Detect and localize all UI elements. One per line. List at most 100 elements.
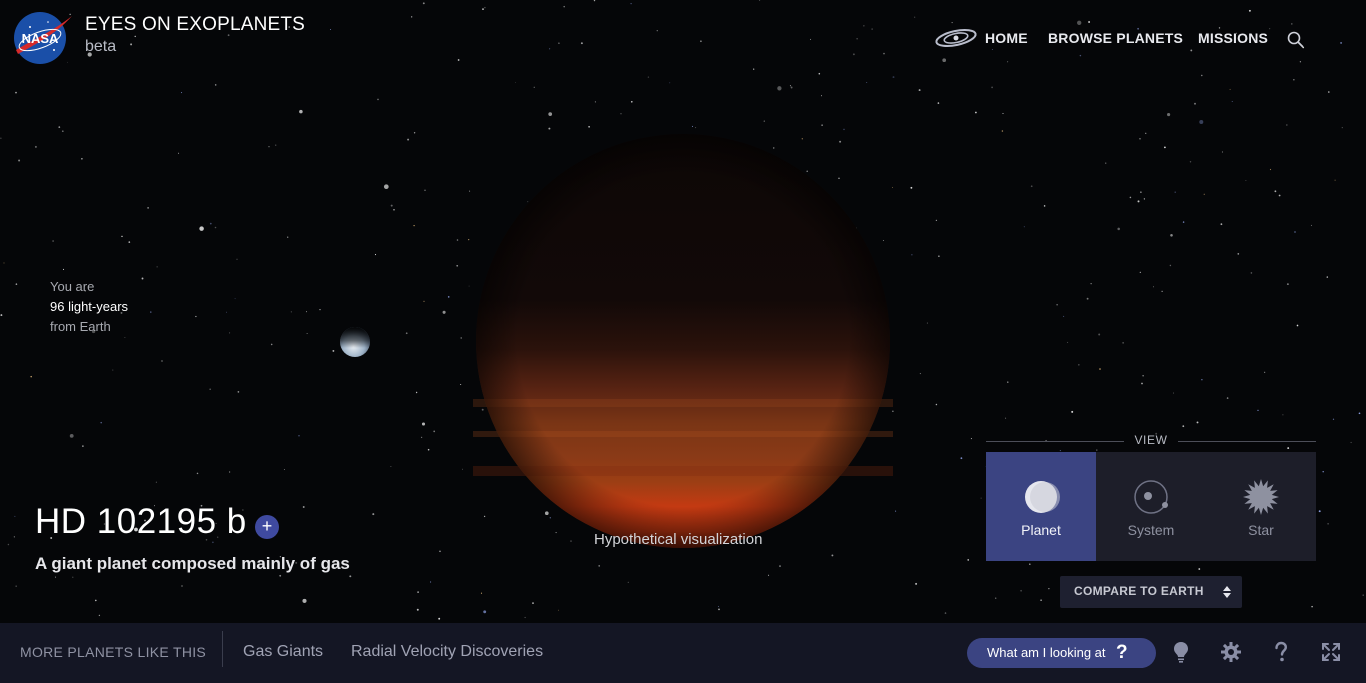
- star-dot: [967, 559, 970, 561]
- star-dot: [1199, 120, 1204, 124]
- star-dot: [480, 592, 483, 594]
- star-dot: [1152, 286, 1155, 288]
- star-dot: [790, 86, 793, 89]
- app-title[interactable]: EYES ON EXOPLANETS: [85, 14, 305, 36]
- planet-visualization[interactable]: [473, 131, 893, 551]
- view-system-button[interactable]: System: [1096, 452, 1206, 561]
- nav-missions[interactable]: MISSIONS: [1198, 30, 1268, 46]
- star-dot: [926, 322, 928, 324]
- star-dot: [460, 384, 462, 385]
- star-dot: [283, 469, 285, 470]
- star-dot: [1122, 342, 1124, 344]
- link-gas-giants[interactable]: Gas Giants: [243, 643, 323, 661]
- star-dot: [1020, 589, 1022, 592]
- star-dot: [532, 602, 534, 604]
- nasa-logo[interactable]: NASA: [12, 10, 72, 66]
- star-dot: [1163, 146, 1166, 149]
- gear-icon[interactable]: [1219, 640, 1243, 664]
- help-icon[interactable]: [1269, 640, 1293, 664]
- nav-home[interactable]: HOME: [985, 30, 1028, 46]
- star-dot: [1282, 414, 1284, 416]
- star-dot: [270, 343, 273, 346]
- star-dot: [124, 337, 126, 338]
- star-dot: [1322, 470, 1324, 473]
- star-dot: [112, 369, 114, 371]
- star-dot: [1203, 193, 1205, 195]
- galaxy-icon[interactable]: [934, 27, 978, 49]
- star-dot: [128, 241, 131, 243]
- star-dot: [407, 138, 410, 141]
- star-dot: [1220, 223, 1223, 226]
- star-dot: [1318, 510, 1321, 513]
- view-planet-button[interactable]: Planet: [986, 452, 1096, 561]
- star-dot: [533, 86, 535, 88]
- star-dot: [237, 391, 240, 393]
- star-dot: [1129, 196, 1132, 199]
- star-dot: [161, 360, 163, 362]
- star-dot: [515, 82, 516, 83]
- star-dot: [1221, 151, 1223, 153]
- star-dot: [1098, 333, 1101, 336]
- view-star-button[interactable]: Star: [1206, 452, 1316, 561]
- star-dot: [789, 85, 791, 87]
- star-dot: [229, 471, 231, 473]
- star-dot: [524, 616, 526, 619]
- star-dot: [717, 606, 720, 608]
- star-dot: [1048, 588, 1050, 590]
- star-dot: [1264, 371, 1266, 373]
- footer-divider: [222, 631, 223, 667]
- star-dot: [415, 391, 418, 394]
- star-dot: [1078, 364, 1080, 366]
- star-dot: [81, 158, 83, 160]
- lightbulb-icon[interactable]: [1169, 640, 1193, 664]
- distant-moon[interactable]: [339, 326, 371, 358]
- link-radial-velocity[interactable]: Radial Velocity Discoveries: [351, 643, 543, 661]
- question-mark-icon: ?: [1116, 642, 1128, 663]
- star-dot: [349, 575, 352, 578]
- nav-browse-planets[interactable]: BROWSE PLANETS: [1048, 30, 1183, 46]
- star-dot: [768, 574, 770, 576]
- star-dot: [935, 219, 938, 222]
- add-planet-button[interactable]: +: [255, 515, 279, 539]
- star-dot: [196, 472, 199, 475]
- star-dot: [417, 591, 419, 593]
- what-am-i-looking-at-label: What am I looking at: [987, 645, 1106, 660]
- star-dot: [548, 127, 551, 130]
- star-dot: [468, 239, 470, 241]
- star-dot: [944, 612, 947, 614]
- star-dot: [18, 159, 21, 162]
- star-dot: [0, 137, 2, 139]
- star-dot: [1231, 101, 1233, 102]
- star-dot: [1139, 271, 1141, 274]
- star-dot: [61, 130, 64, 133]
- star-dot: [1071, 410, 1074, 413]
- star-dot: [299, 109, 303, 114]
- star-dot: [1237, 253, 1240, 255]
- star-dot: [413, 132, 416, 134]
- compare-to-earth-select[interactable]: COMPARE TO EARTH: [1060, 576, 1242, 608]
- star-dot: [121, 235, 123, 238]
- what-am-i-looking-at-button[interactable]: What am I looking at ?: [967, 638, 1156, 668]
- star-dot: [821, 124, 823, 126]
- star-dot: [469, 190, 471, 192]
- star-dot: [1362, 594, 1364, 596]
- star-dot: [1043, 205, 1046, 207]
- star-dot: [433, 430, 436, 433]
- star-dot: [390, 204, 393, 207]
- search-icon[interactable]: [1286, 30, 1306, 50]
- visualization-caption: Hypothetical visualization: [594, 531, 763, 548]
- view-panel: VIEW Planet System Star: [986, 433, 1316, 561]
- star-dot: [456, 264, 459, 267]
- star-dot: [1198, 568, 1201, 570]
- star-dot: [779, 565, 781, 567]
- star-dot: [279, 574, 282, 577]
- star-dot: [0, 314, 3, 317]
- star-dot: [58, 126, 61, 128]
- star-dot: [895, 510, 897, 512]
- star-dot: [156, 266, 158, 268]
- star-dot: [843, 128, 845, 131]
- star-dot: [831, 554, 834, 557]
- fullscreen-icon[interactable]: [1319, 640, 1343, 664]
- star-dot: [424, 189, 426, 191]
- star-dot: [935, 403, 938, 406]
